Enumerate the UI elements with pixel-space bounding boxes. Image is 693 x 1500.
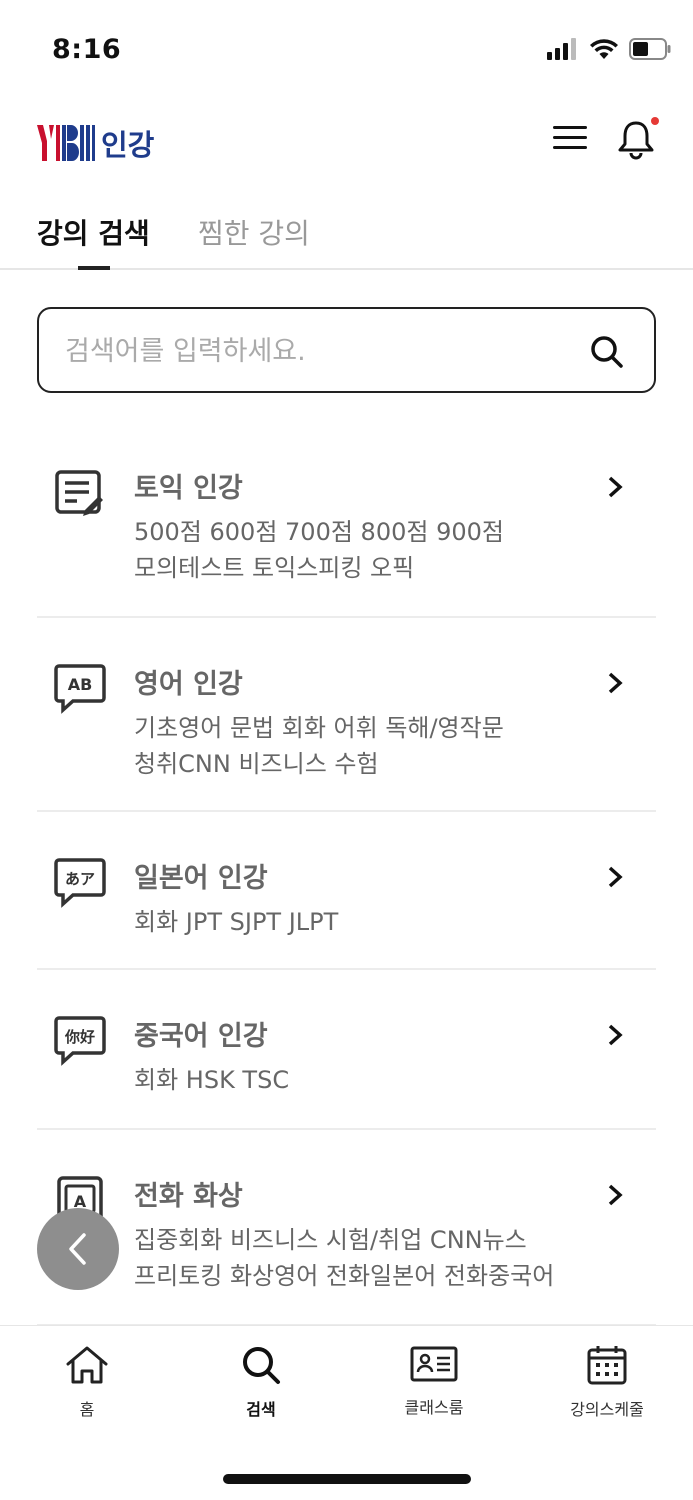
category-item-japanese[interactable]: あア 일본어 인강 회화 JPT SJPT JLPT	[37, 812, 656, 970]
battery-icon	[629, 38, 671, 60]
ybm-logo[interactable]: 인강	[37, 122, 154, 164]
home-indicator	[223, 1474, 471, 1484]
nav-label: 검색	[246, 1400, 276, 1419]
notification-dot	[651, 117, 659, 125]
cellular-signal-icon	[547, 38, 576, 60]
back-button[interactable]	[37, 1208, 119, 1290]
category-tags: 회화 HSK TSC	[134, 1066, 290, 1094]
svg-text:你好: 你好	[64, 1028, 95, 1046]
nav-label: 클래스룸	[404, 1398, 464, 1417]
chevron-right-icon	[608, 476, 623, 498]
category-title: 토익 인강	[134, 473, 243, 504]
category-tags: 집중회화 비즈니스 시험/취업 CNN뉴스 프리토킹 화상영어 전화일본어 전화…	[134, 1226, 555, 1290]
bell-icon	[618, 117, 659, 160]
nav-item-search[interactable]: 검색	[201, 1344, 321, 1420]
id-card-icon	[410, 1346, 458, 1382]
nav-item-schedule[interactable]: 강의스케줄	[547, 1344, 667, 1420]
logo-text: 인강	[101, 128, 155, 162]
category-item-toeic[interactable]: 토익 인강 500점 600점 700점 800점 900점 모의테스트 토익스…	[37, 422, 656, 618]
active-tab-indicator	[78, 266, 110, 270]
category-title: 중국어 인강	[134, 1021, 268, 1052]
status-icons	[547, 38, 671, 60]
nav-label: 강의스케줄	[570, 1400, 644, 1419]
ab-speech-icon: AB	[54, 664, 106, 714]
calendar-icon	[587, 1346, 627, 1385]
category-tags: 500점 600점 700점 800점 900점 모의테스트 토익스피킹 오픽	[134, 518, 504, 582]
tab-saved-lectures[interactable]: 찜한 강의	[198, 212, 310, 252]
nav-item-home[interactable]: 홈	[27, 1344, 147, 1420]
wifi-icon	[590, 39, 618, 59]
document-edit-icon	[55, 470, 103, 516]
chevron-right-icon	[608, 1184, 623, 1206]
category-tags: 기초영어 문법 회화 어휘 독해/영작문 청취CNN 비즈니스 수험	[134, 714, 504, 778]
status-time: 8:16	[52, 34, 122, 65]
category-title: 영어 인강	[134, 669, 243, 700]
category-title: 일본어 인강	[134, 863, 268, 894]
app-header: 인강	[0, 112, 693, 176]
category-tags: 회화 JPT SJPT JLPT	[134, 908, 339, 936]
tab-bar: 강의 검색 찜한 강의	[0, 200, 693, 270]
nav-label: 홈	[79, 1400, 95, 1419]
hamburger-menu-icon	[553, 126, 587, 149]
chevron-right-icon	[608, 866, 623, 888]
category-item-english[interactable]: AB 영어 인강 기초영어 문법 회화 어휘 독해/영작문 청취CNN 비즈니스…	[37, 618, 656, 812]
tab-lecture-search[interactable]: 강의 검색	[37, 212, 150, 252]
search-button[interactable]	[590, 335, 624, 369]
search-box	[37, 307, 656, 393]
nav-item-classroom[interactable]: 클래스룸	[374, 1344, 494, 1418]
notification-button[interactable]	[615, 116, 659, 160]
category-item-chinese[interactable]: 你好 중국어 인강 회화 HSK TSC	[37, 970, 656, 1130]
category-list: 토익 인강 500점 600점 700점 800점 900점 모의테스트 토익스…	[37, 422, 656, 1326]
chinese-speech-icon: 你好	[54, 1016, 106, 1066]
category-title: 전화 화상	[134, 1181, 243, 1212]
chevron-left-icon	[69, 1233, 86, 1265]
search-icon	[591, 336, 623, 368]
home-icon	[66, 1346, 108, 1384]
status-bar: 8:16	[0, 0, 693, 100]
search-input[interactable]	[65, 329, 565, 373]
ybm-logo-mark	[37, 125, 95, 161]
chevron-right-icon	[608, 1024, 623, 1046]
chevron-right-icon	[608, 672, 623, 694]
svg-text:あア: あア	[65, 870, 95, 888]
menu-button[interactable]	[552, 120, 588, 156]
svg-text:AB: AB	[68, 675, 93, 694]
japanese-speech-icon: あア	[54, 858, 106, 908]
search-icon	[243, 1347, 280, 1384]
category-item-phone-video[interactable]: A 전화 화상 집중회화 비즈니스 시험/취업 CNN뉴스 프리토킹 화상영어 …	[37, 1130, 656, 1326]
